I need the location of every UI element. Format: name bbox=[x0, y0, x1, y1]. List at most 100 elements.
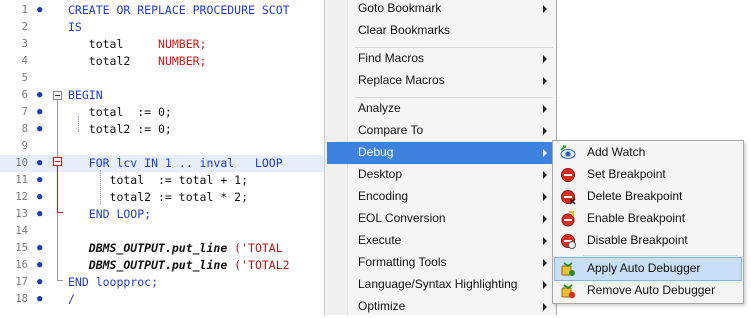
menu-item-label: Goto Bookmark bbox=[358, 1, 442, 15]
menu-item-eol-conversion[interactable]: EOL Conversion bbox=[327, 208, 555, 230]
submenu-item-disable-breakpoint[interactable]: Disable Breakpoint bbox=[555, 230, 741, 252]
submenu-item-set-breakpoint[interactable]: Set Breakpoint bbox=[555, 164, 741, 186]
menu-item-goto-bookmark[interactable]: Goto Bookmark bbox=[327, 0, 555, 20]
bookmark-dot-icon[interactable]: ● bbox=[37, 87, 42, 104]
bookmark-dot-icon[interactable]: ● bbox=[37, 172, 42, 189]
submenu-item-label: Apply Auto Debugger bbox=[587, 261, 701, 275]
code-token: total := 0; bbox=[68, 105, 172, 119]
line-number: 10 bbox=[15, 157, 28, 169]
menu-item-encoding[interactable]: Encoding bbox=[327, 186, 555, 208]
submenu-separator bbox=[583, 255, 737, 256]
enable-breakpoint-icon bbox=[560, 211, 576, 227]
line-number: 2 bbox=[21, 21, 28, 33]
code-token: DBMS_OUTPUT.put_line bbox=[68, 258, 228, 272]
line-number: 11 bbox=[15, 174, 28, 186]
menu-item-label: Desktop bbox=[358, 167, 403, 181]
bookmark-dot-icon[interactable]: ● bbox=[37, 274, 42, 291]
bookmark-dot-icon[interactable]: ● bbox=[37, 206, 42, 223]
submenu-arrow-icon bbox=[543, 105, 547, 113]
submenu-arrow-icon bbox=[543, 127, 547, 135]
code-text: END LOOP; bbox=[68, 206, 151, 223]
submenu-item-add-watch[interactable]: Add Watch bbox=[555, 142, 741, 164]
delete-breakpoint-icon bbox=[560, 189, 576, 205]
code-text: DBMS_OUTPUT.put_line ('TOTAL2 bbox=[68, 257, 290, 274]
fold-end-loop bbox=[57, 212, 63, 213]
add-watch-icon bbox=[560, 145, 576, 161]
submenu-arrow-icon bbox=[543, 281, 547, 289]
bookmark-dot-icon[interactable]: ● bbox=[37, 155, 42, 172]
indent-guide bbox=[78, 116, 79, 132]
menu-item-label: Replace Macros bbox=[358, 73, 445, 87]
menu-item-label: Formatting Tools bbox=[358, 255, 447, 269]
code-token: / bbox=[68, 292, 75, 306]
code-token: CREATE OR REPLACE PROCEDURE SCOT bbox=[68, 3, 290, 17]
menu-item-compare-to[interactable]: Compare To bbox=[327, 120, 555, 142]
code-text: total NUMBER; bbox=[68, 36, 207, 53]
line-number: 12 bbox=[15, 191, 28, 203]
submenu-item-label: Disable Breakpoint bbox=[587, 233, 688, 247]
menu-item-find-macros[interactable]: Find Macros bbox=[327, 48, 555, 70]
code-text: END loopproc; bbox=[68, 274, 158, 291]
submenu-arrow-icon bbox=[543, 237, 547, 245]
submenu-item-delete-breakpoint[interactable]: Delete Breakpoint bbox=[555, 186, 741, 208]
submenu-item-enable-breakpoint[interactable]: Enable Breakpoint bbox=[555, 208, 741, 230]
code-token: FOR lcv IN 1 .. inval LOOP bbox=[68, 156, 283, 170]
bookmark-dot-icon[interactable]: ● bbox=[37, 189, 42, 206]
line-number: 18 bbox=[15, 293, 28, 305]
submenu-item-apply-auto-debugger[interactable]: Apply Auto Debugger bbox=[554, 257, 742, 281]
menu-item-execute[interactable]: Execute bbox=[327, 230, 555, 252]
line-number: 1 bbox=[21, 4, 28, 16]
right-pane-edge bbox=[744, 0, 751, 315]
menu-item-label: Compare To bbox=[358, 123, 424, 137]
submenu-arrow-icon bbox=[543, 55, 547, 63]
bookmark-dot-icon[interactable]: ● bbox=[37, 240, 42, 257]
submenu-arrow-icon bbox=[543, 5, 547, 13]
menu-item-debug[interactable]: Debug bbox=[327, 142, 555, 164]
code-text: DBMS_OUTPUT.put_line ('TOTAL bbox=[68, 240, 290, 257]
menu-item-label: Find Macros bbox=[358, 51, 425, 65]
code-token: total2 := 0; bbox=[68, 122, 172, 136]
code-token: END loopproc; bbox=[68, 275, 159, 289]
submenu-item-label: Delete Breakpoint bbox=[587, 189, 683, 203]
menu-item-label: Analyze bbox=[358, 101, 401, 115]
line-number: 7 bbox=[21, 106, 28, 118]
bookmark-dot-icon[interactable]: ● bbox=[37, 2, 42, 19]
submenu-item-remove-auto-debugger[interactable]: Remove Auto Debugger bbox=[555, 280, 741, 302]
menu-item-label: Execute bbox=[358, 233, 402, 247]
line-number: 8 bbox=[21, 123, 28, 135]
bookmark-dot-icon[interactable]: ● bbox=[37, 104, 42, 121]
disable-breakpoint-icon bbox=[560, 233, 576, 249]
fold-toggle-loop[interactable] bbox=[53, 157, 62, 166]
submenu-arrow-icon bbox=[543, 149, 547, 157]
menu-item-desktop[interactable]: Desktop bbox=[327, 164, 555, 186]
menu-item-label: Language/Syntax Highlighting bbox=[358, 277, 518, 291]
menu-item-analyze[interactable]: Analyze bbox=[327, 98, 555, 120]
menu-item-label: Debug bbox=[358, 145, 394, 159]
code-token: NUMBER; bbox=[158, 37, 207, 51]
bookmark-dot-icon[interactable]: ● bbox=[37, 291, 42, 308]
context-menu: Goto Bookmark Clear Bookmarks Find Macros R… bbox=[324, 0, 557, 315]
line-number: 9 bbox=[21, 140, 28, 152]
bookmark-dot-icon[interactable]: ● bbox=[37, 121, 42, 138]
line-number: 3 bbox=[21, 38, 28, 50]
bookmark-dot-icon[interactable]: ● bbox=[37, 257, 42, 274]
code-token: NUMBER; bbox=[158, 54, 207, 68]
submenu-arrow-icon bbox=[543, 303, 547, 311]
line-number: 15 bbox=[15, 242, 28, 254]
fold-toggle-begin[interactable] bbox=[53, 91, 62, 100]
code-token: BEGIN bbox=[68, 88, 103, 102]
remove-auto-debugger-icon bbox=[560, 283, 576, 299]
code-token: total bbox=[68, 37, 159, 51]
line-number: 4 bbox=[21, 55, 28, 67]
code-text: total := 0; bbox=[68, 104, 172, 121]
fold-line-loop bbox=[57, 166, 58, 212]
menu-item-language-syntax-highlighting[interactable]: Language/Syntax Highlighting bbox=[327, 274, 555, 296]
menu-item-formatting-tools[interactable]: Formatting Tools bbox=[327, 252, 555, 274]
set-breakpoint-icon bbox=[560, 167, 576, 183]
menu-item-clear-bookmarks[interactable]: Clear Bookmarks bbox=[327, 20, 555, 42]
line-number: 5 bbox=[21, 72, 28, 84]
submenu-item-label: Set Breakpoint bbox=[587, 167, 666, 181]
code-token: ('TOTAL2 bbox=[227, 258, 290, 272]
code-text: total2 := total * 2; bbox=[68, 189, 248, 206]
menu-item-replace-macros[interactable]: Replace Macros bbox=[327, 70, 555, 92]
